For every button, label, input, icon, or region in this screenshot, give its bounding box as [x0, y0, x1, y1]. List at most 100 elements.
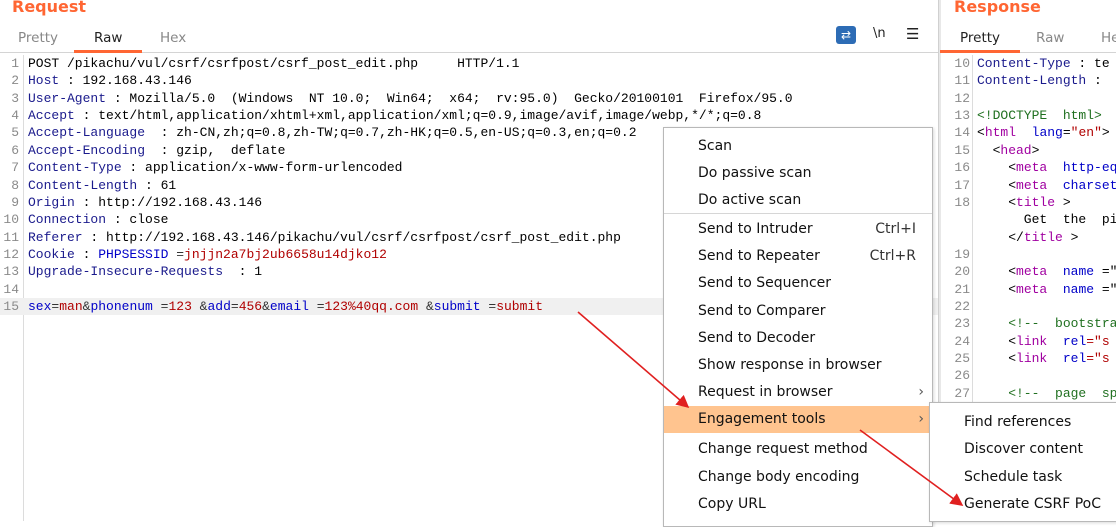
code-token: : text/html,application/xhtml+xml,applic… — [74, 108, 762, 124]
chevron-right-icon: › — [918, 384, 924, 400]
tab-hex[interactable]: He — [1101, 30, 1116, 51]
code-line: 25 <link rel="s — [941, 350, 1116, 367]
line-number: 11 — [3, 229, 19, 245]
line-number: 13 — [954, 108, 970, 124]
code-token: charset — [1062, 177, 1116, 193]
code-line: 14 <html lang="en"> — [941, 124, 1116, 141]
line-text: Cookie : PHPSESSID =jnjjn2a7bj2ub6658u14… — [28, 246, 387, 263]
menu-item-do-passive-scan[interactable]: Do passive scan — [664, 160, 932, 187]
chevron-right-icon: › — [918, 411, 924, 427]
code-token: http-eq — [1062, 160, 1116, 176]
tab-raw[interactable]: Raw — [1036, 30, 1064, 51]
menu-item-send-to-comparer[interactable]: Send to Comparer — [664, 298, 932, 325]
menu-item-change-body-encoding[interactable]: Change body encoding — [664, 464, 932, 491]
menu-item-send-to-intruder[interactable]: Send to Intruder Ctrl+I — [664, 216, 932, 243]
submenu-item-generate-csrf-poc[interactable]: Generate CSRF PoC — [930, 491, 1116, 518]
tab-hex[interactable]: Hex — [160, 30, 186, 51]
code-token: title — [1023, 229, 1063, 245]
code-token: =" — [1094, 264, 1116, 280]
code-token: > — [1031, 142, 1040, 158]
line-number: 19 — [954, 246, 970, 262]
line-text: <meta name =" — [977, 281, 1116, 298]
wrap-lines-icon[interactable]: ⇄ — [836, 26, 856, 44]
line-text: </title > — [977, 229, 1078, 246]
line-number: 7 — [11, 160, 19, 176]
code-token: User-Agent — [28, 90, 107, 106]
menu-item-label: Change body encoding — [698, 469, 860, 485]
code-token: sex — [28, 299, 52, 315]
code-token: & — [418, 299, 434, 315]
line-text: <link rel="s — [977, 333, 1109, 350]
menu-item-send-to-decoder[interactable]: Send to Decoder — [664, 325, 932, 352]
line-text: sex=man&phonenum =123 &add=456&email =12… — [28, 298, 543, 315]
code-token: </ — [977, 229, 1024, 245]
code-token: Content-Type — [977, 56, 1071, 71]
newline-toggle-button[interactable]: \n — [873, 26, 886, 41]
line-number: 21 — [954, 281, 970, 297]
submenu-item-find-references[interactable]: Find references — [930, 409, 1116, 436]
menu-item-engagement-tools[interactable]: Engagement tools › — [664, 406, 932, 433]
menu-item-send-to-sequencer[interactable]: Send to Sequencer — [664, 270, 932, 297]
shortcut-label: Ctrl+R — [869, 248, 916, 264]
code-line: 27 <!-- page spe — [941, 385, 1116, 402]
code-token: Get the pi — [977, 212, 1116, 228]
code-line: 1 POST /pikachu/vul/csrf/csrfpost/csrf_po… — [0, 55, 938, 72]
shortcut-label: Ctrl+I — [875, 221, 916, 237]
tab-pretty[interactable]: Pretty — [939, 30, 1021, 53]
menu-item-show-response-in-browser[interactable]: Show response in browser — [664, 352, 932, 379]
tab-pretty[interactable]: Pretty — [18, 30, 58, 51]
menu-item-change-request-method[interactable]: Change request method — [664, 436, 932, 463]
code-line: 3 User-Agent : Mozilla/5.0 (Windows NT 10… — [0, 90, 938, 107]
line-number: 4 — [11, 108, 19, 124]
engagement-tools-submenu: Find references Discover content Schedule … — [929, 402, 1116, 522]
menu-item-do-active-scan[interactable]: Do active scan — [664, 187, 932, 214]
line-number: 26 — [954, 368, 970, 384]
code-token: Content-Length — [28, 177, 138, 193]
code-token: add — [207, 299, 231, 315]
code-token: meta — [1016, 264, 1048, 280]
code-token: 123%40qq.com — [324, 299, 419, 315]
code-token: > — [1101, 125, 1110, 141]
line-text: <meta http-eq — [977, 159, 1116, 176]
code-token: 123 — [168, 299, 192, 315]
menu-item-copy-url[interactable]: Copy URL — [664, 491, 932, 518]
menu-item-label: Send to Repeater — [698, 248, 820, 264]
line-number: 24 — [954, 333, 970, 349]
line-number: 5 — [11, 125, 19, 141]
line-number: 14 — [954, 125, 970, 141]
code-token: PHPSESSID — [98, 246, 169, 262]
code-token: : — [74, 246, 99, 262]
menu-item-label: Send to Sequencer — [698, 275, 832, 291]
code-token: <!DOCTYPE html> — [977, 108, 1102, 124]
code-token: : close — [106, 212, 169, 228]
line-text: Accept-Encoding : gzip, deflate — [28, 142, 285, 159]
line-number: 18 — [954, 194, 970, 210]
code-line: 17 <meta charset — [941, 177, 1116, 194]
code-token: < — [977, 264, 1017, 280]
code-line: 22 — [941, 298, 1116, 315]
request-title: Request — [12, 0, 87, 16]
code-token: < — [977, 160, 1017, 176]
code-token: POST /pikachu/vul/csrf/csrfpost/csrf_pos… — [28, 56, 520, 71]
code-token: ="s — [1086, 351, 1110, 367]
menu-item-request-in-browser[interactable]: Request in browser › — [664, 379, 932, 406]
menu-item-send-to-repeater[interactable]: Send to Repeater Ctrl+R — [664, 243, 932, 270]
code-token: meta — [1016, 160, 1048, 176]
line-number: 15 — [3, 299, 19, 315]
code-token: rel — [1062, 351, 1087, 367]
submenu-item-schedule-task[interactable]: Schedule task — [930, 464, 1116, 491]
code-token: Accept-Encoding — [28, 142, 146, 158]
hamburger-menu-icon[interactable]: ☰ — [906, 25, 919, 43]
submenu-item-discover-content[interactable]: Discover content — [930, 436, 1116, 463]
code-line: 19 — [941, 246, 1116, 263]
menu-item-label: Send to Comparer — [698, 303, 826, 319]
tab-raw[interactable]: Raw — [73, 30, 144, 53]
menu-item-scan[interactable]: Scan — [664, 133, 932, 160]
code-token: link — [1016, 351, 1048, 367]
code-line: 4 Accept : text/html,application/xhtml+xm… — [0, 107, 938, 124]
response-title: Response — [954, 0, 1041, 16]
line-text: Content-Length : — [977, 72, 1102, 89]
